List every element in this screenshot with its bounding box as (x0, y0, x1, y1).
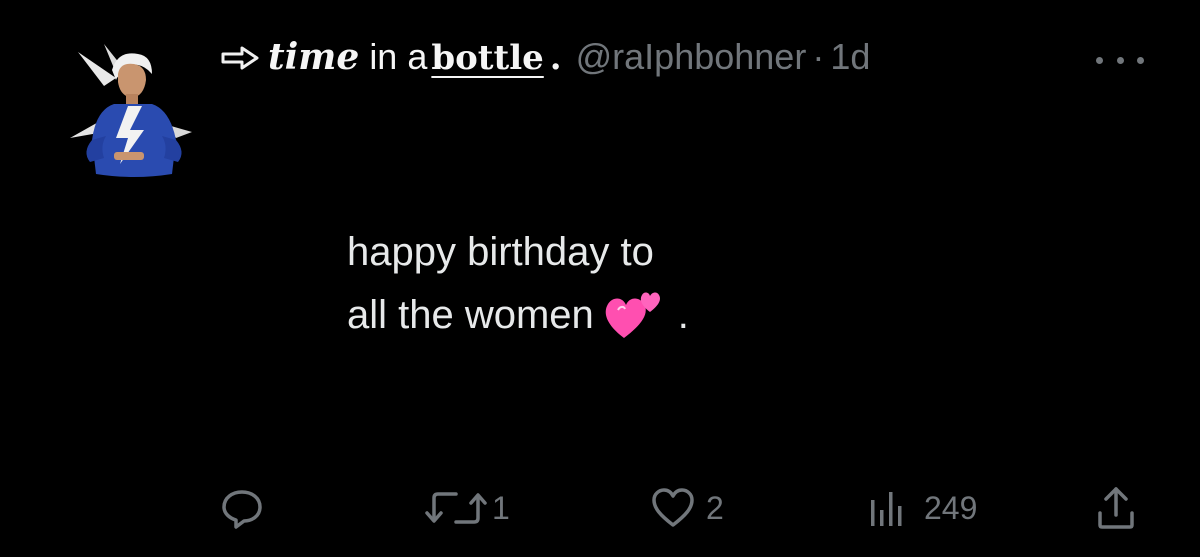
views-count: 249 (924, 489, 978, 526)
separator-dot: · (812, 36, 825, 77)
tweet-card[interactable]: time in a bottle . @raIphbohner · 1d hap… (0, 0, 1200, 557)
tweet-text-line2-wrap: all the women . (347, 282, 689, 345)
timestamp[interactable]: 1d (830, 36, 870, 78)
avatar[interactable] (68, 40, 200, 180)
heart-icon (650, 486, 696, 530)
tweet-text-line1: happy birthday to (347, 230, 654, 274)
tweet-header: time in a bottle . @raIphbohner · 1d (220, 36, 870, 86)
retweet-icon (424, 486, 488, 530)
views-button[interactable]: 249 (866, 478, 977, 538)
tweet-text: happy birthday to all the women . (347, 222, 689, 345)
reply-icon (220, 486, 264, 530)
more-dots-icon[interactable] (1096, 50, 1144, 70)
like-count: 2 (706, 489, 724, 526)
display-name-part1: time (268, 36, 360, 78)
tweet-text-trailing: . (677, 293, 689, 337)
like-button[interactable]: 2 (650, 478, 724, 538)
action-bar: 1 2 249 (0, 478, 1200, 538)
reply-button[interactable] (220, 478, 272, 538)
user-handle[interactable]: @raIphbohner (576, 36, 807, 78)
retweet-button[interactable]: 1 (424, 478, 510, 538)
display-name[interactable]: time in a bottle . (268, 36, 562, 78)
display-name-part4: . (549, 38, 562, 78)
display-name-part3: bottle (431, 38, 544, 78)
display-name-part2: in a (369, 36, 428, 77)
views-icon (866, 486, 910, 530)
tweet-text-line2: all the women (347, 293, 594, 337)
retweet-count: 1 (492, 489, 510, 526)
share-icon (1094, 485, 1138, 531)
arrow-right-outline-icon (220, 45, 260, 71)
two-hearts-icon (604, 282, 664, 340)
share-button[interactable] (1094, 478, 1138, 538)
